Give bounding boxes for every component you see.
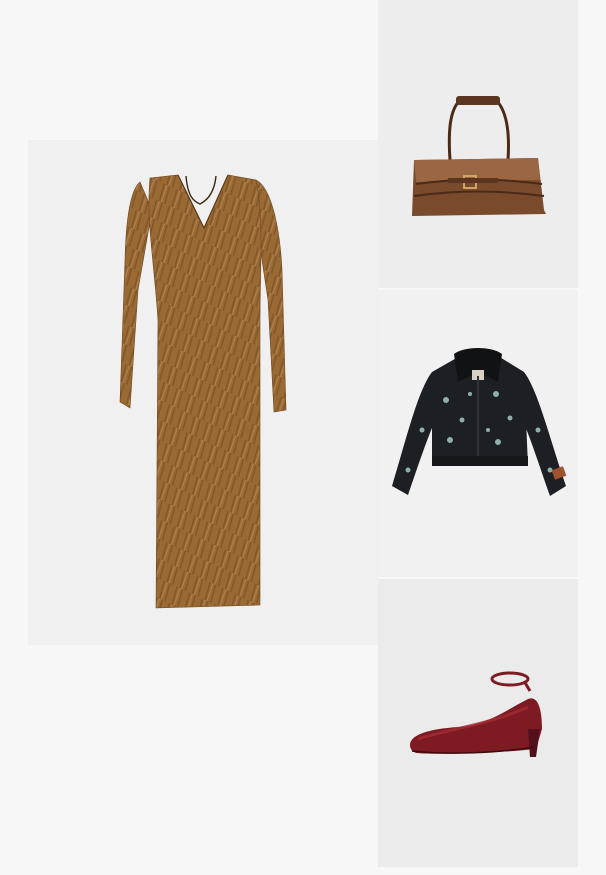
dress-image [119, 174, 287, 609]
jacket-image [392, 348, 567, 496]
product-tile-shoe[interactable] [378, 579, 578, 867]
product-tile-dress[interactable] [28, 140, 378, 645]
handbag-image [412, 96, 546, 216]
shoe-image [410, 671, 542, 757]
product-tile-bag[interactable] [378, 0, 578, 288]
product-tile-jacket[interactable] [378, 290, 578, 577]
